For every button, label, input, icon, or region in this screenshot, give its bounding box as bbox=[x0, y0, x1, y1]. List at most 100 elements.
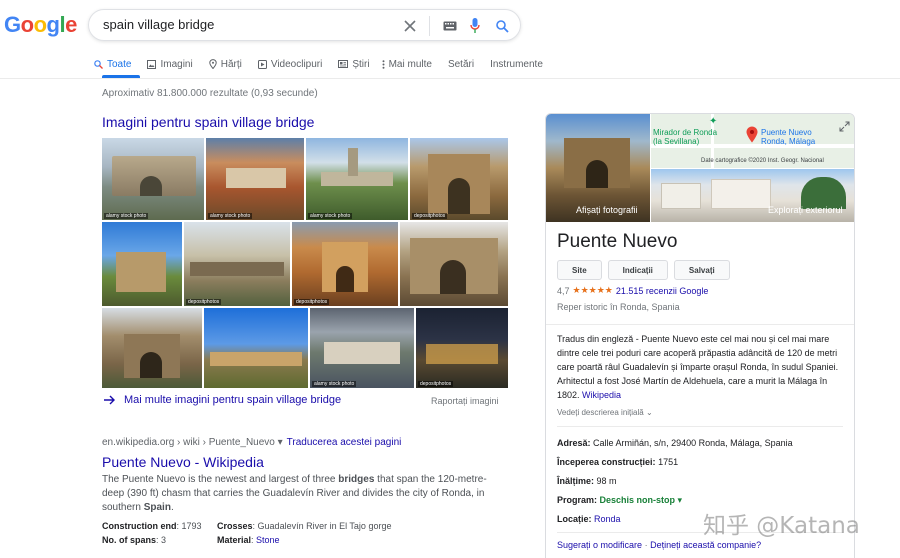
building-shape bbox=[711, 179, 771, 209]
divider bbox=[557, 426, 843, 427]
fact-hours[interactable]: Program: Deschis non-stop ▾ bbox=[557, 495, 682, 506]
image-thumbnail[interactable]: depositphotos bbox=[410, 138, 508, 220]
search-input[interactable] bbox=[103, 17, 383, 32]
translate-link[interactable]: Traducerea acestei pagini bbox=[287, 437, 402, 448]
image-source-label: alamy stock photo bbox=[208, 213, 253, 219]
tab-more[interactable]: Mai multe bbox=[376, 56, 438, 72]
bridge-shape bbox=[426, 344, 498, 364]
news-icon bbox=[338, 60, 349, 68]
reviews-link[interactable]: 21.515 recenzii Google bbox=[616, 286, 709, 296]
search-icon bbox=[94, 59, 103, 69]
arch-shape bbox=[140, 352, 162, 378]
map-label: Mirador de Ronda (la Sevillana) bbox=[653, 128, 717, 146]
images-heading-link[interactable]: Imagini pentru spain village bridge bbox=[102, 114, 314, 130]
tab-settings[interactable]: Setări bbox=[442, 56, 480, 72]
fact-value: 1751 bbox=[658, 457, 679, 467]
fact-label: Locație: bbox=[557, 514, 592, 524]
fact-construction: Începerea construcției: 1751 bbox=[557, 457, 678, 467]
image-source-label: alamy stock photo bbox=[104, 213, 149, 219]
suggest-edit-link[interactable]: Sugerați o modificare bbox=[557, 540, 642, 550]
image-thumbnail[interactable] bbox=[102, 308, 202, 388]
tab-label: Mai multe bbox=[388, 58, 432, 70]
panel-actions: Site Indicații Salvați bbox=[557, 260, 730, 280]
logo-letter: e bbox=[65, 12, 77, 37]
image-source-label: alamy stock photo bbox=[312, 381, 357, 387]
bridge-shape bbox=[190, 262, 284, 276]
tab-tools[interactable]: Instrumente bbox=[484, 56, 549, 72]
fact-label: Program: bbox=[557, 495, 598, 505]
arrow-right-icon bbox=[104, 395, 115, 405]
close-icon[interactable] bbox=[402, 16, 418, 36]
fact-link[interactable]: Stone bbox=[256, 535, 280, 545]
directions-button[interactable]: Indicații bbox=[607, 260, 668, 280]
viewpoint-icon: ✦ bbox=[709, 116, 718, 127]
result-cite: en.wikipedia.org › wiki › Puente_Nuevo ▾ bbox=[102, 437, 283, 448]
save-button[interactable]: Salvați bbox=[673, 260, 730, 280]
building-shape bbox=[661, 183, 701, 209]
result-title-link[interactable]: Puente Nuevo - Wikipedia bbox=[102, 454, 264, 470]
logo-letter: o bbox=[20, 12, 34, 37]
map-label-line: Puente Nuevo bbox=[761, 128, 812, 137]
wikipedia-link[interactable]: Wikipedia bbox=[582, 390, 621, 400]
website-button[interactable]: Site bbox=[557, 260, 602, 280]
map-pin-icon bbox=[746, 126, 758, 143]
report-images-link[interactable]: Raportați imagini bbox=[431, 396, 499, 406]
map-pin-icon bbox=[209, 59, 217, 69]
tab-label: Hărți bbox=[220, 58, 242, 70]
image-thumbnail[interactable]: depositphotos bbox=[184, 222, 290, 306]
fact-value: Calle Armiñán, s/n, 29400 Ronda, Málaga,… bbox=[593, 438, 793, 448]
tab-label: Videoclipuri bbox=[270, 58, 323, 70]
google-logo[interactable]: Google bbox=[4, 12, 77, 38]
tab-all[interactable]: Toate bbox=[88, 56, 137, 72]
image-source-label: depositphotos bbox=[412, 213, 448, 219]
image-icon bbox=[147, 59, 157, 69]
tab-videos[interactable]: Videoclipuri bbox=[252, 56, 329, 72]
tab-label: Imagini bbox=[160, 58, 193, 70]
fact-height: Înălțime: 98 m bbox=[557, 476, 617, 486]
search-icon[interactable] bbox=[494, 16, 510, 36]
map-attribution: Date cartografice ©2020 Inst. Geogr. Nac… bbox=[701, 158, 824, 164]
hours-status[interactable]: Deschis non-stop ▾ bbox=[600, 495, 683, 505]
tab-news[interactable]: Știri bbox=[332, 56, 375, 72]
image-thumbnail[interactable] bbox=[400, 222, 508, 306]
tab-label: Știri bbox=[352, 58, 370, 70]
search-box[interactable] bbox=[88, 9, 521, 41]
own-business-link[interactable]: Dețineți această companie? bbox=[650, 540, 761, 550]
tower-shape bbox=[348, 148, 358, 176]
fact-value: 1793 bbox=[181, 521, 202, 531]
microphone-icon[interactable] bbox=[467, 16, 483, 36]
explore-outside-label[interactable]: Explorați exteriorul bbox=[768, 205, 843, 215]
map-label-line: (la Sevillana) bbox=[653, 137, 700, 146]
rating-value: 4,7 bbox=[557, 285, 570, 296]
keyboard-icon[interactable] bbox=[442, 16, 458, 36]
more-vert-icon bbox=[382, 59, 385, 69]
image-thumbnail[interactable]: alamy stock photo bbox=[306, 138, 408, 220]
image-thumbnail[interactable] bbox=[204, 308, 308, 388]
show-original-link[interactable]: Vedeți descrierea inițială ⌄ bbox=[557, 408, 653, 417]
fact-label: Adresă: bbox=[557, 438, 591, 448]
play-icon bbox=[257, 59, 267, 69]
location-link[interactable]: Ronda bbox=[594, 514, 621, 524]
image-thumbnail[interactable]: alamy stock photo bbox=[206, 138, 304, 220]
bridge-shape bbox=[226, 168, 286, 188]
image-thumbnail[interactable]: depositphotos bbox=[292, 222, 398, 306]
tab-images[interactable]: Imagini bbox=[141, 56, 198, 72]
search-tabs: Toate Imagini Hărți Videoclipuri Știri M… bbox=[88, 56, 549, 72]
result-snippet: The Puente Nuevo is the newest and large… bbox=[102, 473, 502, 515]
footer-separator: · bbox=[644, 540, 648, 550]
image-thumbnail[interactable]: alamy stock photo bbox=[102, 138, 204, 220]
expand-icon[interactable] bbox=[839, 120, 850, 135]
image-thumbnail[interactable]: depositphotos bbox=[416, 308, 508, 388]
more-images-link[interactable]: Mai multe imagini pentru spain village b… bbox=[104, 394, 341, 406]
rating-row: 4,7 ★★★★★ 21.515 recenzii Google bbox=[557, 285, 708, 296]
chevron-down-icon: ⌄ bbox=[645, 408, 653, 417]
show-photos-label[interactable]: Afișați fotografii bbox=[576, 205, 638, 215]
fact-label: Crosses bbox=[217, 521, 253, 531]
fact-label: Material bbox=[217, 535, 252, 545]
map-tile[interactable]: ✦ Mirador de Ronda (la Sevillana) Puente… bbox=[651, 114, 854, 168]
image-thumbnail[interactable] bbox=[102, 222, 182, 306]
tab-maps[interactable]: Hărți bbox=[203, 56, 248, 72]
panel-title: Puente Nuevo bbox=[557, 231, 678, 252]
snippet-text: The Puente Nuevo is the newest and large… bbox=[102, 474, 339, 485]
image-thumbnail[interactable]: alamy stock photo bbox=[310, 308, 414, 388]
